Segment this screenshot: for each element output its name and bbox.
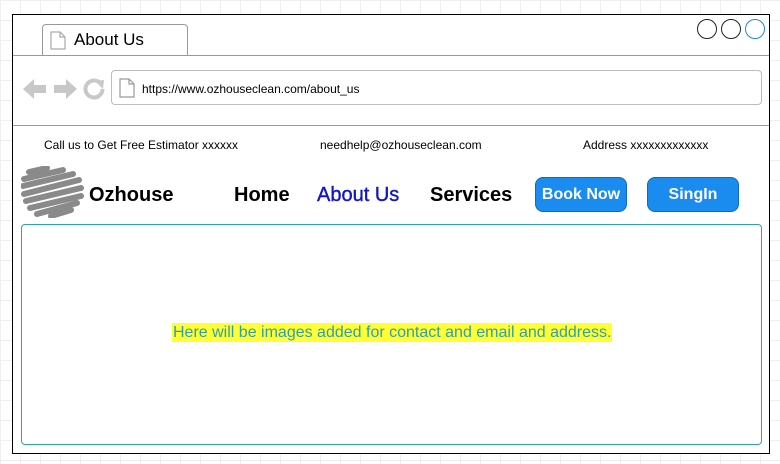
nav-services[interactable]: Services — [430, 184, 512, 207]
nav-home[interactable]: Home — [234, 184, 290, 207]
document-icon — [50, 31, 66, 50]
nav-about-us[interactable]: About Us — [317, 184, 400, 207]
address-info: Address xxxxxxxxxxxxx — [583, 138, 709, 152]
reload-icon[interactable] — [83, 78, 105, 100]
placeholder-text: Here will be images added for contact an… — [172, 323, 613, 342]
email-info[interactable]: needhelp@ozhouseclean.com — [320, 138, 482, 152]
forward-arrow-icon[interactable] — [53, 78, 77, 100]
book-now-button[interactable]: Book Now — [535, 177, 627, 212]
browser-window: About Us https://www.ozhouseclean.com/ab… — [12, 14, 770, 454]
page-icon — [119, 78, 135, 98]
address-bar[interactable]: https://www.ozhouseclean.com/about_us — [111, 70, 762, 105]
browser-toolbar: https://www.ozhouseclean.com/about_us — [13, 56, 769, 126]
signin-button[interactable]: SingIn — [647, 177, 739, 212]
back-arrow-icon[interactable] — [23, 78, 47, 100]
call-info: Call us to Get Free Estimator xxxxxx — [44, 138, 239, 152]
tab-about-us[interactable]: About Us — [42, 24, 188, 55]
tab-bar: About Us — [13, 15, 769, 56]
close-control[interactable] — [745, 19, 765, 39]
content-area: Here will be images added for contact an… — [21, 224, 762, 445]
logo-scribble-icon[interactable] — [21, 166, 85, 218]
tab-title: About Us — [74, 30, 144, 49]
url-text: https://www.ozhouseclean.com/about_us — [142, 82, 360, 96]
minimize-control[interactable] — [697, 19, 717, 39]
brand-name[interactable]: Ozhouse — [89, 184, 173, 207]
maximize-control[interactable] — [721, 19, 741, 39]
